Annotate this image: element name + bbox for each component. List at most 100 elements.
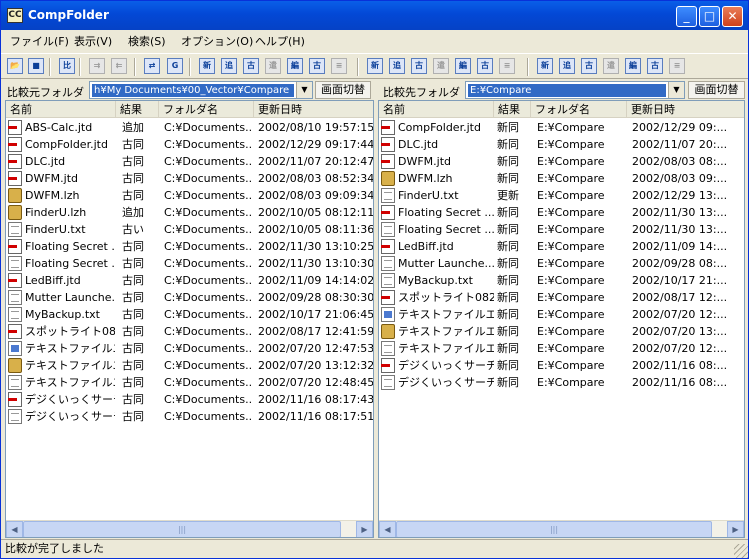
table-row[interactable]: テキストファイルエ... 古同 C:¥Documents... 2002/07/20 … (6, 357, 373, 374)
table-row[interactable]: DWFM.lzh 古同 C:¥Documents... 2002/08/03 09:0… (6, 187, 373, 204)
table-row[interactable]: DWFM.jtd 古同 C:¥Documents... 2002/08/03 08:5… (6, 170, 373, 187)
table-row[interactable]: DLC.jtd 古同 C:¥Documents... 2002/11/07 20:12… (6, 153, 373, 170)
sort-new-button[interactable]: 新 (364, 56, 386, 78)
column-date[interactable]: 更新日時 (627, 101, 744, 118)
column-result[interactable]: 結果 (116, 101, 159, 118)
scroll-thumb[interactable]: ||| (396, 521, 712, 537)
table-row[interactable]: LedBiff.jtd 新同 E:¥Compare 2002/11/09 14:... (379, 238, 744, 255)
maximize-button[interactable]: □ (699, 6, 720, 27)
table-row[interactable]: デジくいっくサーチ...新同 E:¥Compare 2002/11/16 08:..… (379, 357, 744, 374)
cell-name: FinderU.lzh (25, 206, 87, 219)
target-file-list[interactable]: 名前 結果 フォルダ名 更新日時 ◀ ||| ▶ CompFolder.jtd 新… (378, 100, 745, 538)
menu-options[interactable]: オプション(O) (181, 33, 253, 49)
table-row[interactable]: CompFolder.jtd 新同 E:¥Compare 2002/12/29 09:… (379, 119, 744, 136)
table-row[interactable]: デジくいっくサーチ... 古同 C:¥Documents... 2002/11/16 … (6, 408, 373, 425)
cell-name: ABS-Calc.jtd (25, 121, 93, 134)
filter-new-button[interactable]: 新 (534, 56, 556, 78)
source-folder-combo[interactable]: h¥My Documents¥00_Vector¥Compare ▼ (89, 81, 313, 99)
scroll-left-button[interactable]: ◀ (379, 521, 396, 537)
table-row[interactable]: MyBackup.txt 新同 E:¥Compare 2002/10/17 21:..… (379, 272, 744, 289)
table-row[interactable]: ABS-Calc.jtd 追加 C:¥Documents... 2002/08/10 … (6, 119, 373, 136)
table-row[interactable]: DWFM.lzh 新同 E:¥Compare 2002/08/03 09:... (379, 170, 744, 187)
table-row[interactable]: テキストファイルエ...新同 E:¥Compare 2002/07/20 12:..… (379, 340, 744, 357)
table-row[interactable]: CompFolder.jtd 古同 C:¥Documents... 2002/12/2… (6, 136, 373, 153)
table-row[interactable]: デジくいっくサーチ...新同 E:¥Compare 2002/11/16 08:..… (379, 374, 744, 391)
table-row[interactable]: Floating Secret ... 古同 C:¥Documents... 2002… (6, 238, 373, 255)
menu-help[interactable]: ヘルプ(H) (255, 33, 305, 49)
chevron-down-icon[interactable]: ▼ (668, 82, 684, 98)
sort-edit-button[interactable]: 編 (452, 56, 474, 78)
filter-deleted-button[interactable]: 遣 (600, 56, 622, 78)
column-result[interactable]: 結果 (494, 101, 531, 118)
scroll-right-button[interactable]: ▶ (356, 521, 373, 537)
added-button[interactable]: 追 (218, 56, 240, 78)
target-switch-button[interactable]: 画面切替 (688, 81, 745, 99)
menu-file[interactable]: ファイル(F) (10, 33, 69, 49)
close-button[interactable]: ✕ (722, 6, 743, 27)
table-row[interactable]: LedBiff.jtd 古同 C:¥Documents... 2002/11/09 1… (6, 272, 373, 289)
filter-added-button[interactable]: 追 (556, 56, 578, 78)
scroll-left-button[interactable]: ◀ (6, 521, 23, 537)
table-row[interactable]: FinderU.txt 古い C:¥Documents... 2002/10/05 0… (6, 221, 373, 238)
filter-same-button[interactable]: 古 (644, 56, 666, 78)
column-folder[interactable]: フォルダ名 (159, 101, 254, 118)
minimize-button[interactable]: _ (676, 6, 697, 27)
compare-button[interactable]: 比 (56, 56, 78, 78)
table-row[interactable]: Floating Secret ... 古同 C:¥Documents... 2002… (6, 255, 373, 272)
sort-old-button[interactable]: 古 (408, 56, 430, 78)
table-row[interactable]: Floating Secret ... 新同 E:¥Compare 2002/11/3… (379, 204, 744, 221)
scroll-right-button[interactable]: ▶ (727, 521, 744, 537)
old-button[interactable]: 古 (240, 56, 262, 78)
table-row[interactable]: テキストファイルエ...新同 E:¥Compare 2002/07/20 12:..… (379, 306, 744, 323)
menu-search[interactable]: 検索(S) (128, 33, 166, 49)
resize-grip[interactable] (734, 544, 748, 558)
horizontal-scrollbar[interactable]: ◀ ||| ▶ (6, 520, 373, 537)
table-row[interactable]: DLC.jtd 新同 E:¥Compare 2002/11/07 20:... (379, 136, 744, 153)
sync-button[interactable]: ⇄ (141, 56, 163, 78)
cell-result: 古同 (122, 172, 144, 185)
sort-equal-button[interactable]: ≡ (496, 56, 518, 78)
column-name[interactable]: 名前 (6, 101, 116, 118)
column-date[interactable]: 更新日時 (254, 101, 373, 118)
filter-edit-button[interactable]: 編 (622, 56, 644, 78)
copy-right-button[interactable]: ⇉ (86, 56, 108, 78)
filter-equal-button[interactable]: ≡ (666, 56, 688, 78)
table-row[interactable]: Floating Secret ... 新同 E:¥Compare 2002/11/3… (379, 221, 744, 238)
goto-button[interactable]: G (164, 56, 186, 78)
save-button[interactable]: ■ (25, 56, 47, 78)
same-old-button[interactable]: 古 (306, 56, 328, 78)
column-folder[interactable]: フォルダ名 (531, 101, 627, 118)
cell-date: 2002/11/16 08:17:43 (258, 393, 374, 406)
new-button[interactable]: 新 (196, 56, 218, 78)
table-row[interactable]: Mutter Launche... 古同 C:¥Documents... 2002/0… (6, 289, 373, 306)
target-folder-combo[interactable]: E:¥Compare ▼ (465, 81, 685, 99)
table-row[interactable]: デジくいっくサーチ... 古同 C:¥Documents... 2002/11/16 … (6, 391, 373, 408)
column-name[interactable]: 名前 (379, 101, 494, 118)
table-row[interactable]: テキストファイルエ... 古同 C:¥Documents... 2002/07/20 … (6, 340, 373, 357)
menu-view[interactable]: 表示(V) (74, 33, 112, 49)
edit-button[interactable]: 編 (284, 56, 306, 78)
source-file-list[interactable]: 名前 結果 フォルダ名 更新日時 ◀ ||| ▶ ABS-Calc.jtd 追加 C… (5, 100, 374, 538)
open-folder-button[interactable]: 📂 (4, 56, 26, 78)
sort-deleted-button[interactable]: 遣 (430, 56, 452, 78)
equal-button[interactable]: ≡ (328, 56, 350, 78)
table-row[interactable]: スポットライト082...新同 E:¥Compare 2002/08/17 12:.… (379, 289, 744, 306)
chevron-down-icon[interactable]: ▼ (296, 82, 312, 98)
source-switch-button[interactable]: 画面切替 (315, 81, 371, 99)
filter-old-button[interactable]: 古 (578, 56, 600, 78)
title-bar[interactable]: CC CompFolder _ □ ✕ (1, 1, 748, 30)
table-row[interactable]: テキストファイルエ...新同 E:¥Compare 2002/07/20 13:..… (379, 323, 744, 340)
table-row[interactable]: Mutter Launche... 新同 E:¥Compare 2002/09/28 … (379, 255, 744, 272)
table-row[interactable]: FinderU.txt 更新 E:¥Compare 2002/12/29 13:... (379, 187, 744, 204)
table-row[interactable]: FinderU.lzh 追加 C:¥Documents... 2002/10/05 0… (6, 204, 373, 221)
horizontal-scrollbar[interactable]: ◀ ||| ▶ (379, 520, 744, 537)
table-row[interactable]: スポットライト082... 古同 C:¥Documents... 2002/08/17… (6, 323, 373, 340)
table-row[interactable]: テキストファイルエ... 古同 C:¥Documents... 2002/07/20 … (6, 374, 373, 391)
table-row[interactable]: DWFM.jtd 新同 E:¥Compare 2002/08/03 08:... (379, 153, 744, 170)
sort-same-button[interactable]: 古 (474, 56, 496, 78)
copy-left-button[interactable]: ⇇ (108, 56, 130, 78)
deleted-button[interactable]: 遣 (262, 56, 284, 78)
scroll-thumb[interactable]: ||| (23, 521, 341, 537)
table-row[interactable]: MyBackup.txt 古同 C:¥Documents... 2002/10/17 … (6, 306, 373, 323)
sort-added-button[interactable]: 追 (386, 56, 408, 78)
